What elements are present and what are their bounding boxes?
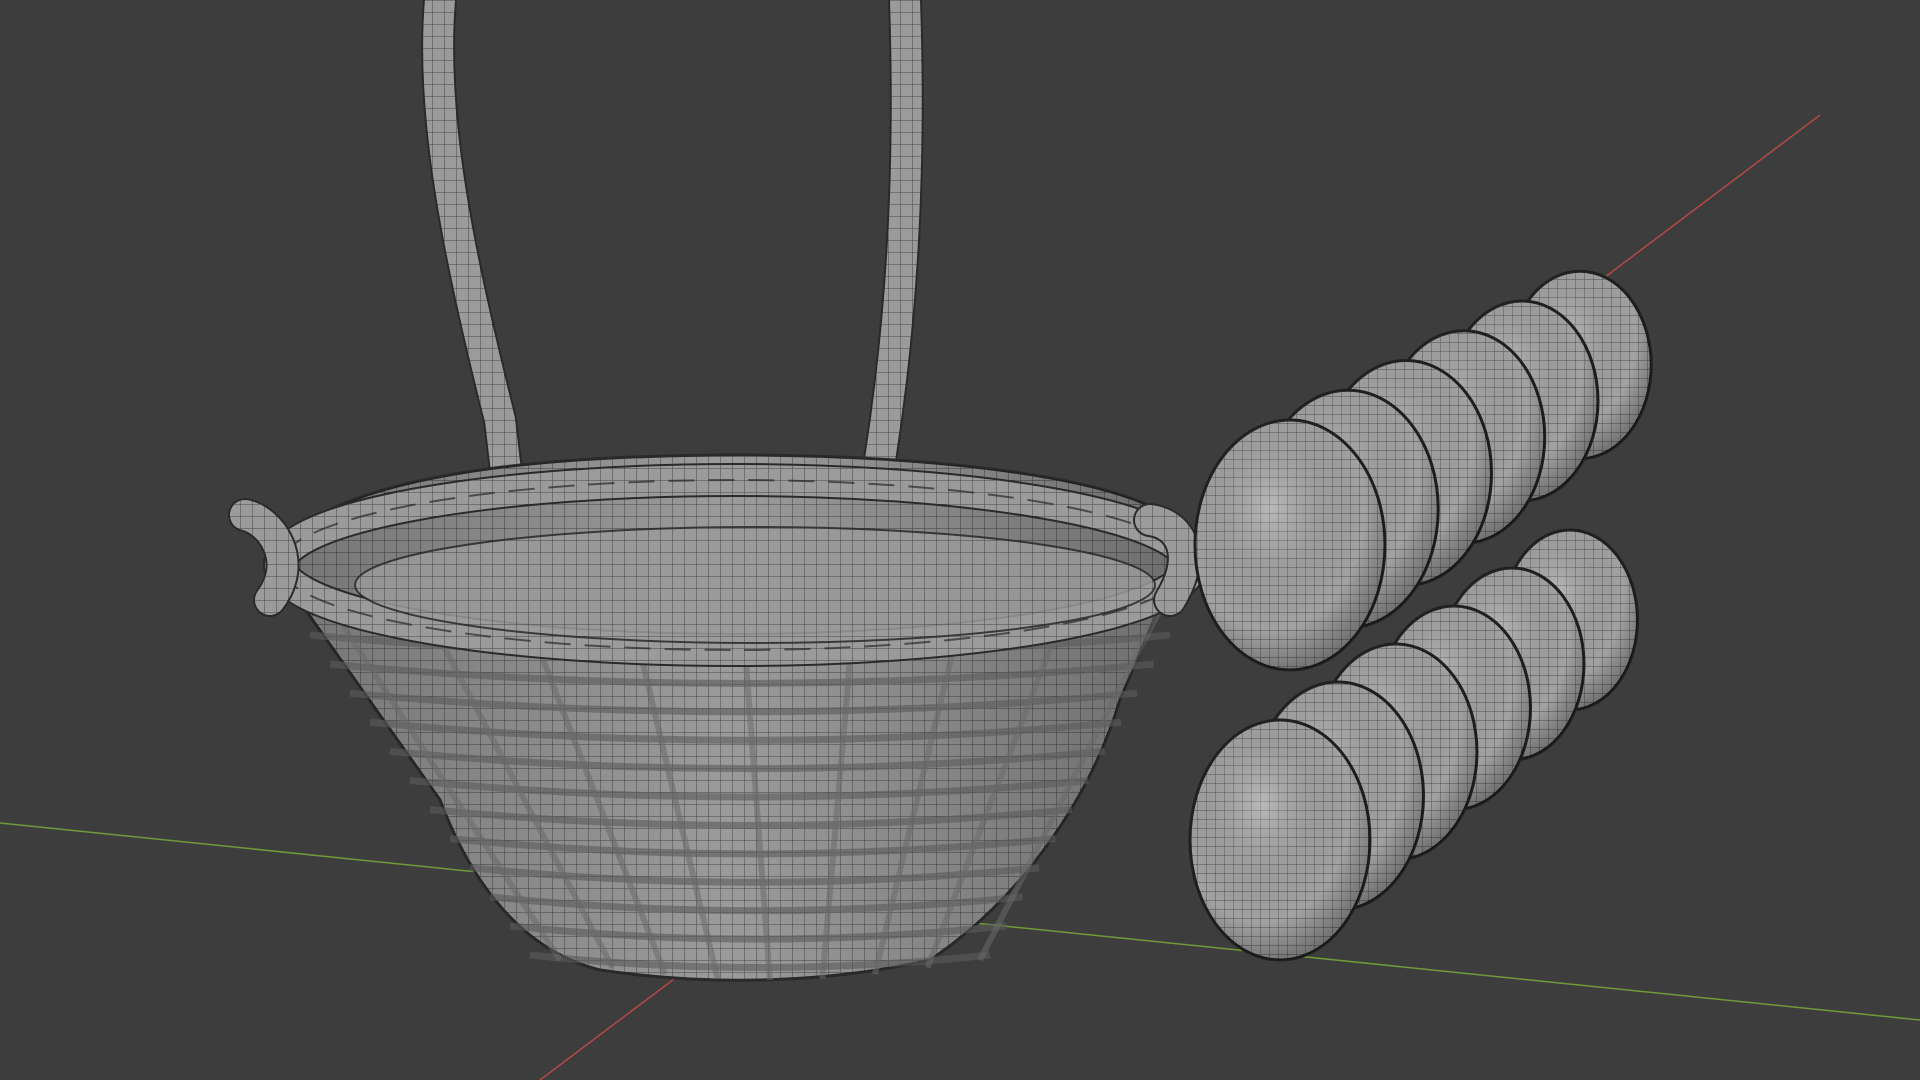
viewport-scene[interactable] bbox=[0, 0, 1920, 1080]
egg-shading bbox=[1190, 720, 1370, 960]
wicker-basket[interactable] bbox=[228, 453, 1207, 982]
egg-shading bbox=[1195, 420, 1385, 670]
3d-viewport[interactable] bbox=[0, 0, 1920, 1080]
